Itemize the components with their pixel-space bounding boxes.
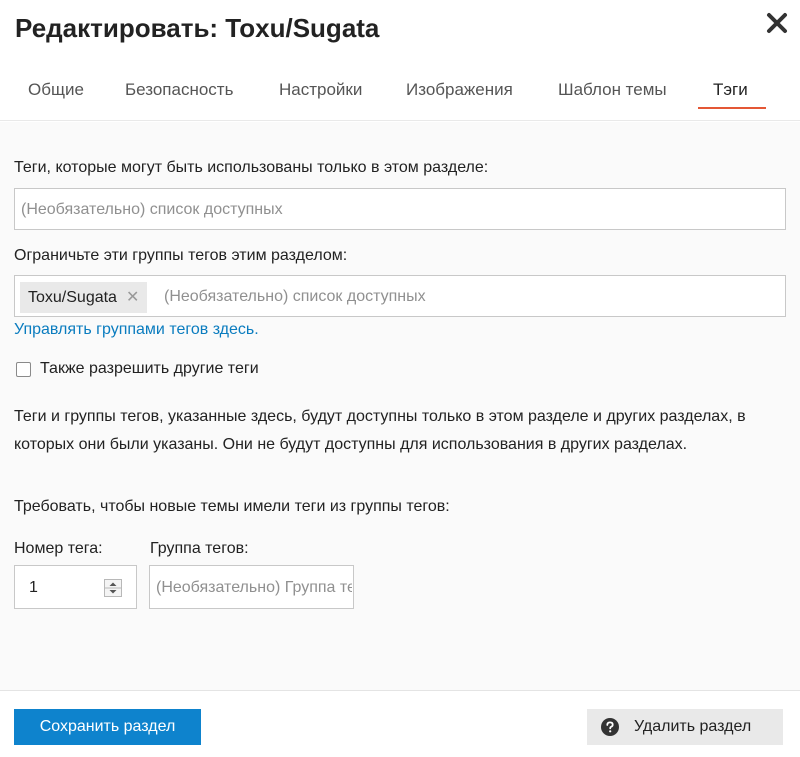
tag-group-chip-label: Toxu/Sugata <box>28 288 117 306</box>
allow-other-tags-label[interactable]: Также разрешить другие теги <box>40 360 259 378</box>
tab-bar: Общие Безопасность Настройки Изображения… <box>0 64 800 121</box>
tab-topic-template[interactable]: Шаблон темы <box>558 80 667 121</box>
modal-title: Редактировать: Toxu/Sugata <box>15 13 380 43</box>
manage-tag-groups-link[interactable]: Управлять группами тегов здесь. <box>14 321 259 339</box>
close-icon <box>767 13 787 33</box>
tag-group-chip: Toxu/Sugata ✕ <box>20 282 148 313</box>
tags-description: Теги и группы тегов, указанные здесь, бу… <box>14 408 746 453</box>
tab-settings[interactable]: Настройки <box>279 80 362 121</box>
allowed-tags-placeholder: (Необязательно) список доступных <box>21 201 283 218</box>
require-tags-label: Требовать, чтобы новые темы имели теги и… <box>14 498 450 515</box>
close-button[interactable] <box>762 8 792 38</box>
modal-header: Редактировать: Toxu/Sugata <box>0 0 800 60</box>
tag-number-label: Номер тега: <box>14 540 103 557</box>
allowed-tags-input[interactable]: (Необязательно) список доступных <box>14 188 786 230</box>
stepper-arrows-icon[interactable] <box>104 579 122 597</box>
tag-groups-placeholder: (Необязательно) список доступных <box>164 288 426 305</box>
remove-x-icon[interactable]: ✕ <box>126 289 139 306</box>
tab-general[interactable]: Общие <box>28 80 84 121</box>
tag-group-placeholder: (Необязательно) Группа тегов <box>156 579 352 596</box>
save-category-button[interactable]: Сохранить раздел <box>14 709 201 745</box>
tag-group-select[interactable]: (Необязательно) Группа тегов <box>149 565 354 609</box>
tab-images[interactable]: Изображения <box>406 80 513 121</box>
tab-tags[interactable]: Тэги <box>713 80 748 121</box>
tag-groups-label: Ограничьте эти группы тегов этим раздело… <box>14 247 348 264</box>
allowed-tags-label: Теги, которые могут быть использованы то… <box>14 159 489 176</box>
delete-category-label: Удалить раздел <box>634 718 752 735</box>
tab-security[interactable]: Безопасность <box>125 80 233 121</box>
allow-other-tags-checkbox[interactable] <box>16 362 31 377</box>
active-tab-indicator <box>698 107 766 109</box>
question-circle-icon <box>601 718 619 736</box>
delete-category-button[interactable]: Удалить раздел <box>587 709 783 745</box>
tag-number-value: 1 <box>29 579 38 596</box>
tag-group-field-label: Группа тегов: <box>150 540 249 557</box>
